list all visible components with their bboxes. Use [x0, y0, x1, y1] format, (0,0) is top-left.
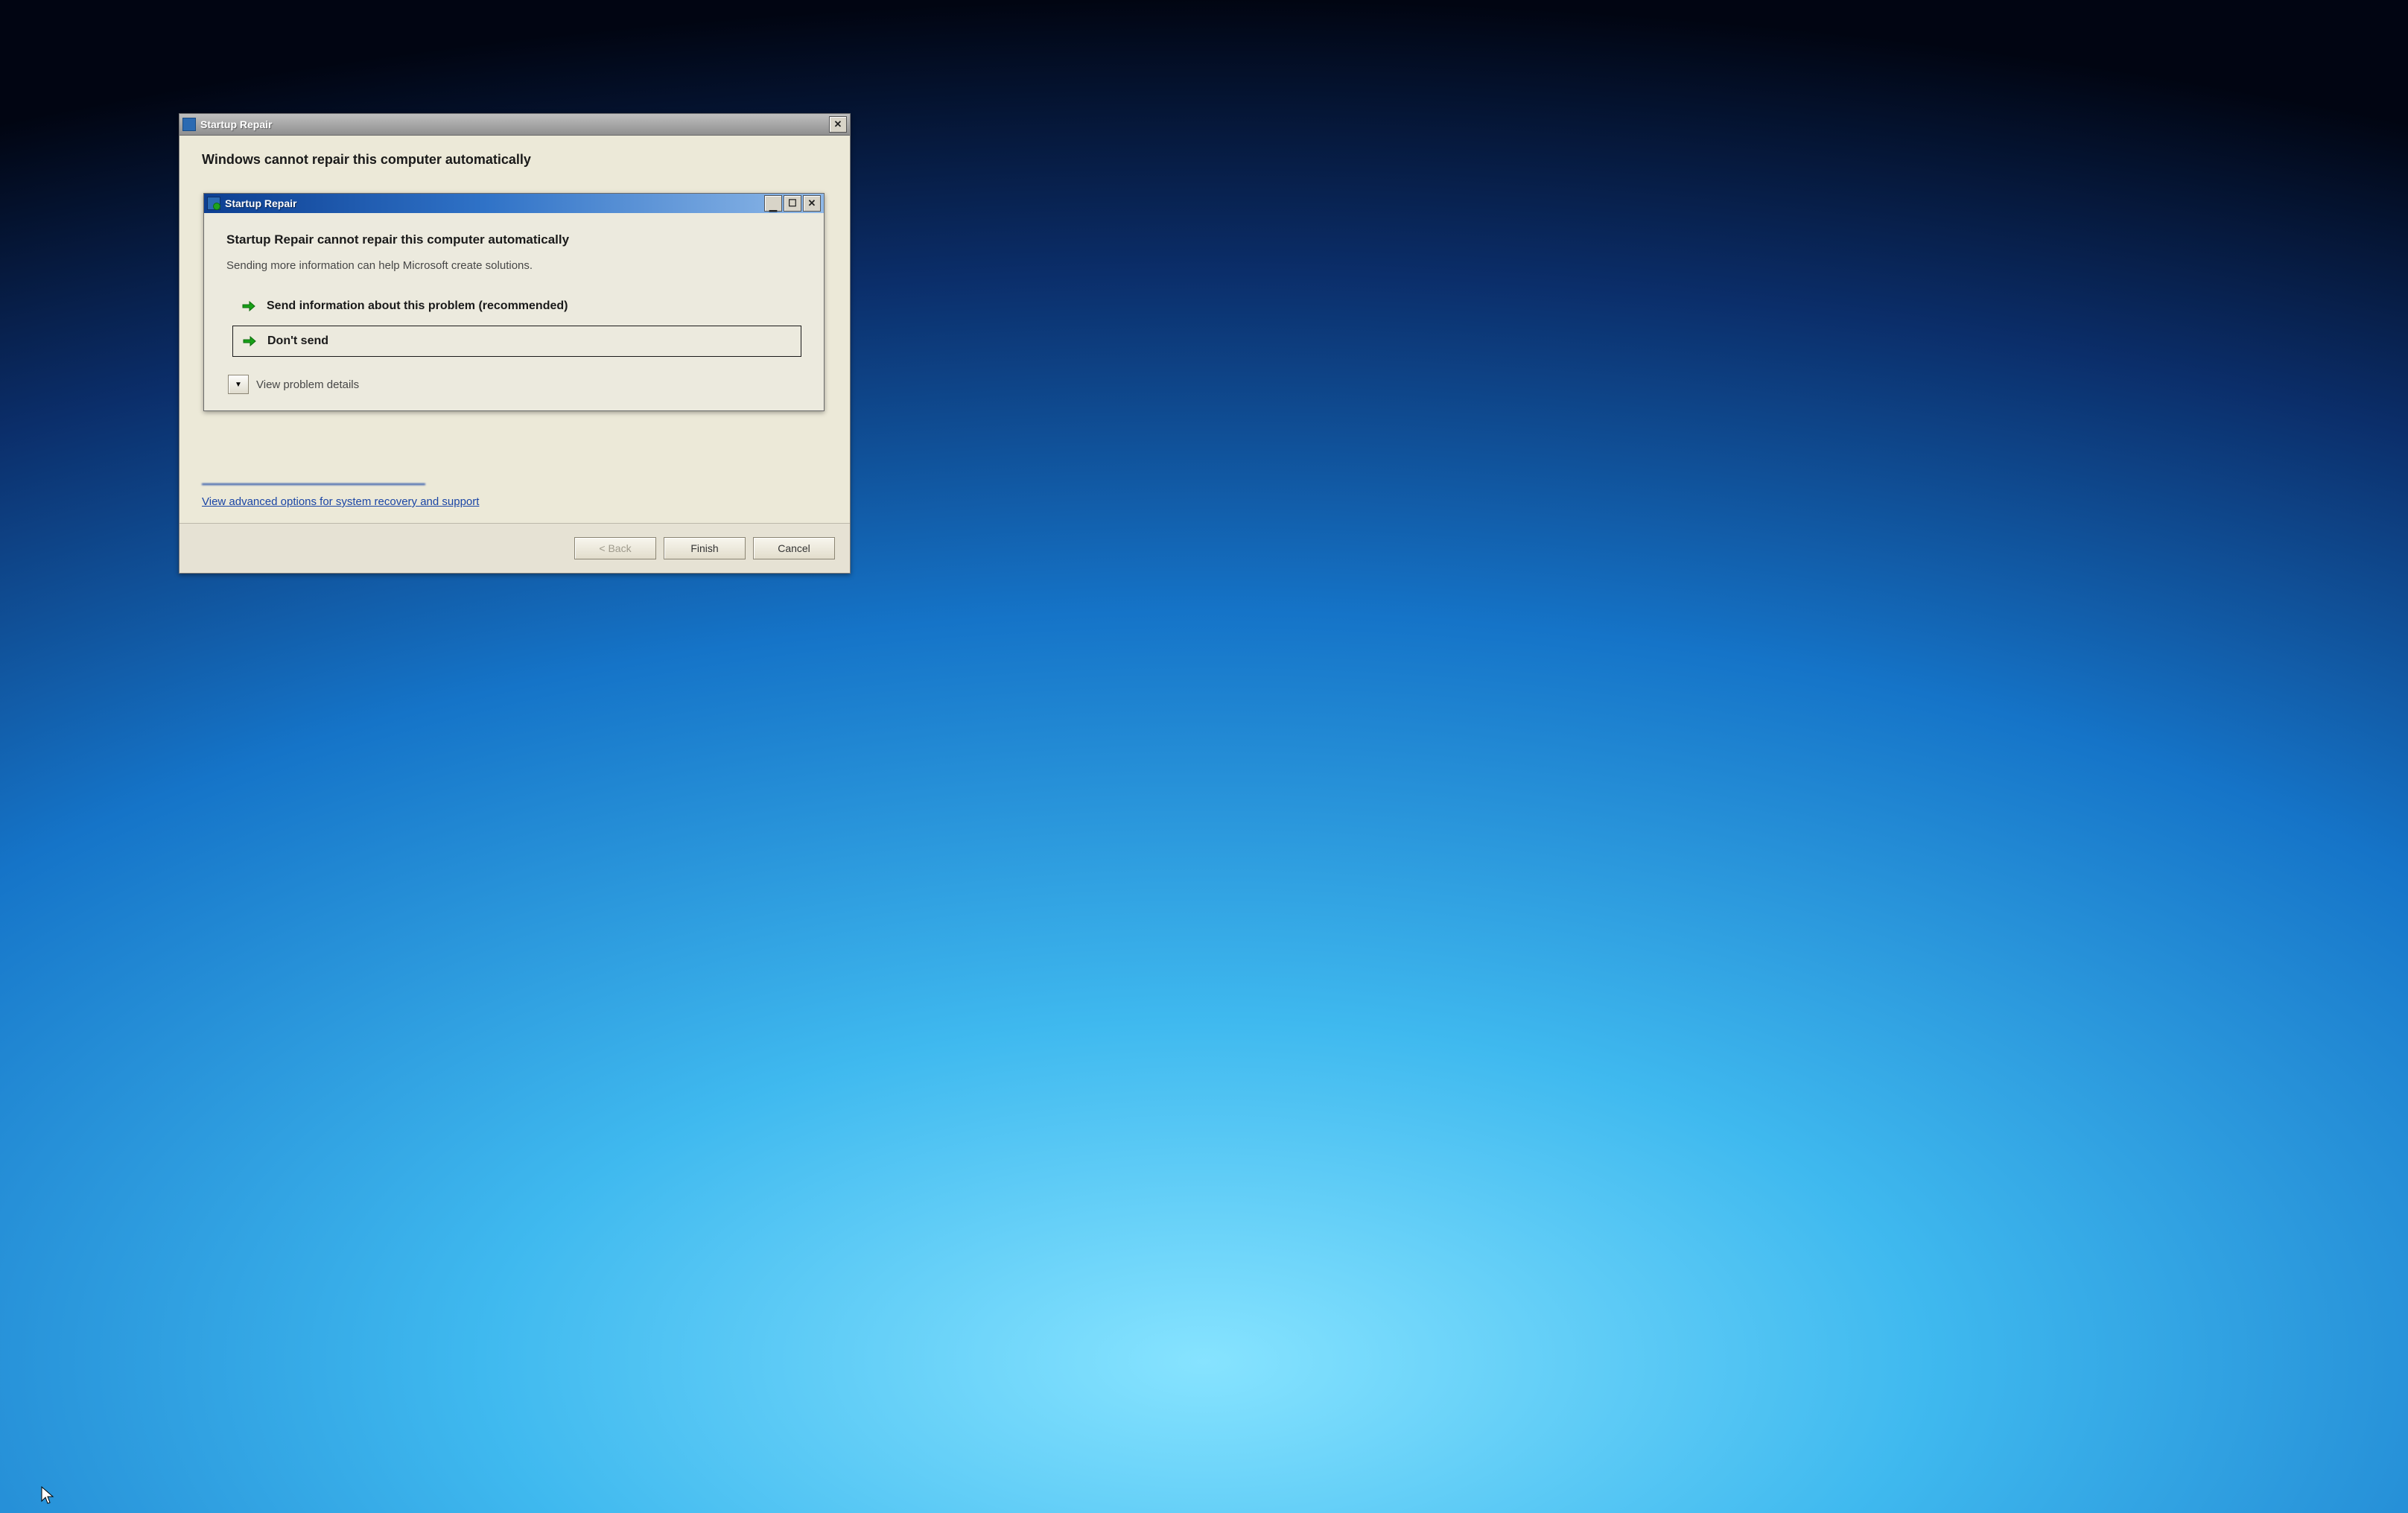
inner-heading: Startup Repair cannot repair this comput… [226, 232, 801, 247]
outer-footer: < Back Finish Cancel [180, 523, 850, 573]
inner-minimize-button[interactable]: ▁ [764, 195, 782, 212]
minimize-icon: ▁ [769, 200, 777, 212]
advanced-options-link[interactable]: View advanced options for system recover… [202, 495, 479, 508]
option-label: Don't send [267, 334, 328, 348]
outer-title-bar[interactable]: Startup Repair ✕ [180, 114, 850, 136]
cancel-button[interactable]: Cancel [753, 537, 835, 559]
back-button: < Back [574, 537, 656, 559]
finish-button[interactable]: Finish [664, 537, 746, 559]
outer-heading: Windows cannot repair this computer auto… [202, 152, 827, 168]
startup-repair-inner-window: Startup Repair ▁ ☐ ✕ Startup Repair cann… [203, 193, 825, 411]
maximize-icon: ☐ [788, 197, 797, 209]
inner-close-button[interactable]: ✕ [803, 195, 821, 212]
inner-title-bar[interactable]: Startup Repair ▁ ☐ ✕ [204, 194, 824, 213]
outer-links-area: View advanced options for system recover… [202, 478, 827, 514]
close-icon: ✕ [808, 197, 816, 209]
mouse-cursor-icon [41, 1486, 54, 1506]
startup-repair-outer-window: Startup Repair ✕ Windows cannot repair t… [179, 113, 851, 574]
arrow-right-icon [241, 299, 256, 314]
inner-window-title: Startup Repair [225, 197, 763, 209]
outer-window-title: Startup Repair [200, 118, 827, 130]
option-send-info[interactable]: Send information about this problem (rec… [232, 291, 801, 321]
option-label: Send information about this problem (rec… [267, 299, 568, 313]
close-icon: ✕ [834, 118, 842, 130]
problem-details-row: ▼ View problem details [228, 375, 801, 394]
inner-subheading: Sending more information can help Micros… [226, 259, 801, 272]
inner-window-body: Startup Repair cannot repair this comput… [204, 213, 824, 410]
option-dont-send[interactable]: Don't send [232, 326, 801, 357]
chevron-down-icon: ▼ [235, 381, 242, 389]
details-label: View problem details [256, 378, 359, 391]
arrow-right-icon [242, 334, 257, 349]
startup-repair-shield-icon [207, 197, 220, 210]
outer-close-button[interactable]: ✕ [829, 116, 847, 133]
obscured-diagnose-link[interactable] [202, 478, 425, 485]
startup-repair-icon [182, 118, 196, 131]
inner-maximize-button[interactable]: ☐ [784, 195, 801, 212]
details-expand-button[interactable]: ▼ [228, 375, 249, 394]
